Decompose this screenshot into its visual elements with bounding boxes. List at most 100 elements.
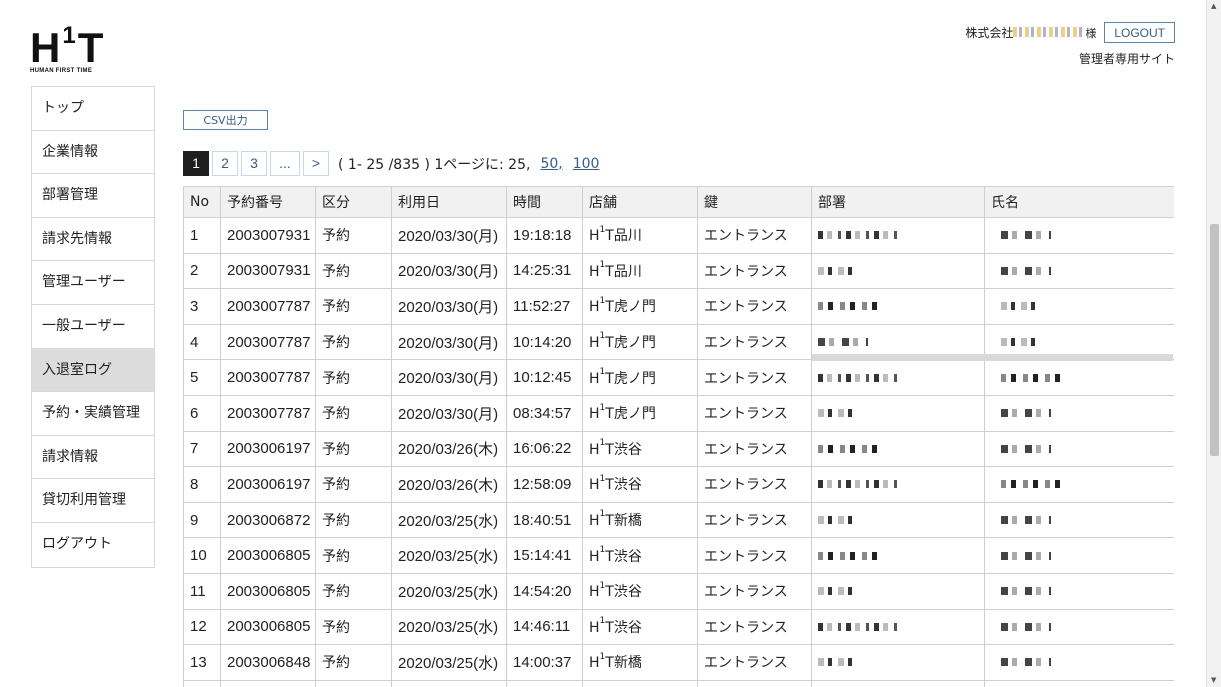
row-divider xyxy=(812,354,1173,361)
page-3[interactable]: 3 xyxy=(241,151,267,176)
table-row[interactable] xyxy=(183,679,1174,687)
redacted-department xyxy=(818,338,868,347)
time: 14:00:37 xyxy=(513,653,572,671)
table-row[interactable]: 9 2003006872 予約 2020/03/25(水) 18:40:51 H1T新橋 エ… xyxy=(183,501,1174,539)
category: 予約 xyxy=(322,584,350,601)
vertical-scrollbar[interactable]: ▲ ▼ xyxy=(1206,0,1221,687)
store: H1T品川 xyxy=(589,260,642,280)
category: 予約 xyxy=(322,477,350,494)
header-account: 株式会社様 LOGOUT 管理者専用サイト xyxy=(965,22,1175,67)
column-header: 予約番号 xyxy=(220,186,316,218)
row-no: 4 xyxy=(190,333,199,351)
store: H1T品川 xyxy=(589,224,642,245)
reservation-number: 2003007787 xyxy=(227,297,311,315)
redacted-department xyxy=(818,231,902,240)
logout-button[interactable]: LOGOUT xyxy=(1104,22,1175,43)
store: H1T虎ノ門 xyxy=(589,295,656,316)
sidebar-item[interactable]: 一般ユーザー xyxy=(32,304,154,349)
key: エントランス xyxy=(704,335,788,352)
reservation-number: 2003007787 xyxy=(227,404,311,422)
key: エントランス xyxy=(704,584,788,601)
sidebar-item[interactable]: 請求先情報 xyxy=(32,217,154,262)
time: 08:34:57 xyxy=(513,404,572,422)
scrollbar-thumb[interactable] xyxy=(1210,224,1219,456)
page-2[interactable]: 2 xyxy=(212,151,238,176)
sidebar-item[interactable]: 入退室ログ xyxy=(32,348,154,393)
sidebar-item[interactable]: トップ xyxy=(32,87,154,131)
table-row[interactable]: 6 2003007787 予約 2020/03/30(月) 08:34:57 H1T虎ノ門… xyxy=(183,394,1174,432)
usage-date: 2020/03/25(水) xyxy=(398,548,499,566)
time: 14:25:31 xyxy=(513,262,572,280)
sidebar-item[interactable]: 予約・実績管理 xyxy=(32,392,154,436)
row-no: 2 xyxy=(190,262,199,280)
category: 予約 xyxy=(322,335,350,352)
redacted-department xyxy=(818,480,902,489)
redacted-department xyxy=(818,302,880,311)
per-page-50-link[interactable]: 50, xyxy=(540,156,562,172)
pagination: 1 2 3 ... > ( 1- 25 /835 ) 1ページに: 25, 50… xyxy=(183,151,599,176)
reservation-number: 2003006805 xyxy=(227,618,311,636)
per-page-100-link[interactable]: 100 xyxy=(573,156,600,172)
reservation-number: 2003007931 xyxy=(227,262,311,280)
sidebar-item[interactable]: 請求情報 xyxy=(32,435,154,480)
store: H1T新橋 xyxy=(589,509,642,530)
redacted-name xyxy=(1001,587,1051,596)
logo-tagline: HUMAN FIRST TIME xyxy=(30,68,93,74)
reservation-number: 2003006197 xyxy=(227,440,311,458)
key: エントランス xyxy=(704,299,788,316)
table-row[interactable]: 12 2003006805 予約 2020/03/25(水) 14:46:11 H1T渋谷… xyxy=(183,608,1174,646)
time: 14:54:20 xyxy=(513,582,572,600)
store: H1T虎ノ門 xyxy=(589,367,656,387)
table-row[interactable]: 7 2003006197 予約 2020/03/26(木) 16:06:22 H1T渋谷 エ… xyxy=(183,430,1174,468)
time: 10:12:45 xyxy=(513,369,572,387)
table-row[interactable]: 10 2003006805 予約 2020/03/25(水) 15:14:41 H1T渋谷… xyxy=(183,537,1174,574)
sidebar-item[interactable]: ログアウト xyxy=(32,522,154,567)
redacted-name xyxy=(1013,27,1086,37)
log-table: No 予約番号 区分 利用日 時間 店舗鍵部署 氏名 1 2003007931 予約 2020/0… xyxy=(183,186,1174,687)
store: H1T渋谷 xyxy=(589,580,642,601)
row-no: 1 xyxy=(190,226,199,244)
scroll-down-icon[interactable]: ▼ xyxy=(1211,676,1216,684)
usage-date: 2020/03/30(月) xyxy=(398,334,499,352)
store: H1T渋谷 xyxy=(589,473,642,494)
redacted-name xyxy=(1001,338,1041,347)
usage-date: 2020/03/25(水) xyxy=(398,619,499,637)
key: エントランス xyxy=(704,406,788,423)
page-next[interactable]: > xyxy=(303,151,329,176)
column-header: 部署 xyxy=(811,186,985,218)
column-header: 店舗 xyxy=(582,186,698,218)
logo[interactable]: H1T HUMAN FIRST TIME xyxy=(30,22,120,74)
redacted-name xyxy=(1001,551,1051,560)
page-1[interactable]: 1 xyxy=(183,151,209,176)
table-row[interactable]: 13 2003006848 予約 2020/03/25(水) 14:00:37 H1T新橋… xyxy=(183,644,1174,681)
reservation-number: 2003006805 xyxy=(227,547,311,565)
category: 予約 xyxy=(322,299,350,316)
redacted-department xyxy=(818,409,858,418)
key: エントランス xyxy=(704,619,788,636)
column-header: 時間 xyxy=(506,186,583,218)
page-ellipsis[interactable]: ... xyxy=(270,151,300,176)
reservation-number: 2003007787 xyxy=(227,369,311,387)
category: 予約 xyxy=(322,370,350,387)
table-row[interactable]: 1 2003007931 予約 2020/03/30(月) 19:18:18 H1T品川 エ… xyxy=(183,217,1174,254)
table-header-row: No 予約番号 区分 利用日 時間 店舗鍵部署 氏名 xyxy=(183,186,1174,218)
column-header: 氏名 xyxy=(984,186,1174,218)
table-row[interactable]: 2 2003007931 予約 2020/03/30(月) 14:25:31 H1T品川 エ… xyxy=(183,252,1174,290)
sidebar-item[interactable]: 部署管理 xyxy=(32,174,154,218)
column-header: 利用日 xyxy=(391,186,507,218)
usage-date: 2020/03/26(木) xyxy=(398,441,499,459)
sidebar-item[interactable]: 管理ユーザー xyxy=(32,261,154,305)
table-row[interactable]: 8 2003006197 予約 2020/03/26(木) 12:58:09 H1T渋谷 エ… xyxy=(183,466,1174,503)
table-row[interactable]: 3 2003007787 予約 2020/03/30(月) 11:52:27 H1T虎ノ門… xyxy=(183,288,1174,325)
csv-export-button[interactable]: CSV出力 xyxy=(183,110,268,130)
table-row[interactable]: 11 2003006805 予約 2020/03/25(水) 14:54:20 H1T渋谷… xyxy=(183,572,1174,610)
table-row[interactable]: 5 2003007787 予約 2020/03/30(月) 10:12:45 H1T虎ノ門… xyxy=(183,359,1174,396)
row-no: 8 xyxy=(190,475,199,493)
row-no: 9 xyxy=(190,511,199,529)
reservation-number: 2003006805 xyxy=(227,582,311,600)
sidebar-item[interactable]: 貸切利用管理 xyxy=(32,479,154,523)
scroll-up-icon[interactable]: ▲ xyxy=(1211,2,1216,10)
sidebar-item[interactable]: 企業情報 xyxy=(32,130,154,175)
row-no: 5 xyxy=(190,369,199,387)
key: エントランス xyxy=(704,228,788,245)
